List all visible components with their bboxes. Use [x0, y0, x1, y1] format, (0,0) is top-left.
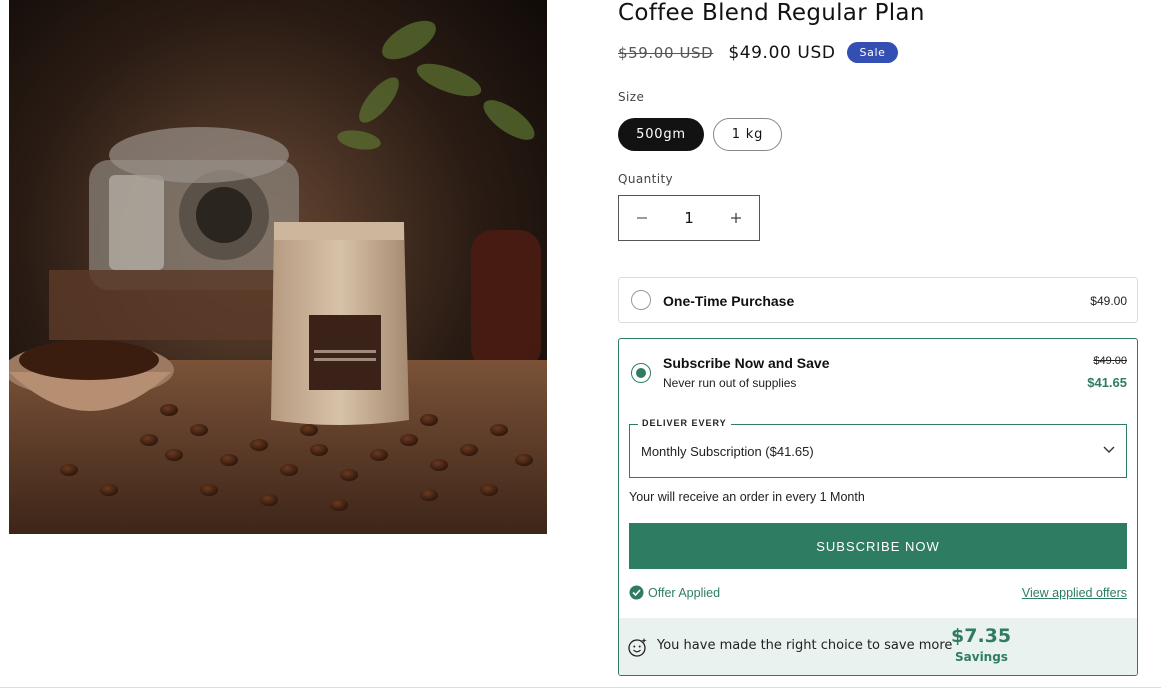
subscribe-title: Subscribe Now and Save: [663, 355, 830, 371]
compare-price: $59.00 USD: [618, 43, 714, 62]
current-price: $49.00 USD: [728, 42, 836, 63]
savings-banner: You have made the right choice to save m…: [619, 618, 1137, 675]
quantity-stepper: 1: [618, 195, 760, 241]
savings-label: Savings: [955, 650, 1008, 664]
subscribe-old-price: $49.00: [1093, 355, 1127, 367]
offer-applied: Offer Applied: [629, 585, 720, 600]
subscribe-option[interactable]: Subscribe Now and Save Never run out of …: [618, 338, 1138, 676]
coffee-product-photo: [9, 0, 547, 534]
smiley-icon: [628, 638, 647, 657]
price-row: $59.00 USD $49.00 USD Sale: [618, 42, 899, 63]
plus-icon: [731, 213, 741, 223]
view-applied-offers-link[interactable]: View applied offers: [1022, 586, 1127, 600]
receive-note: Your will receive an order in every 1 Mo…: [629, 490, 865, 504]
chevron-down-icon: [1103, 446, 1115, 453]
one-time-purchase-option[interactable]: One-Time Purchase $49.00: [618, 277, 1138, 323]
product-title: Coffee Blend Regular Plan: [618, 0, 925, 26]
deliver-every-label: DELIVER EVERY: [638, 418, 731, 428]
deliver-every-select[interactable]: DELIVER EVERY Monthly Subscription ($41.…: [629, 418, 1127, 478]
sale-badge: Sale: [846, 42, 899, 63]
size-option-500gm[interactable]: 500gm: [618, 118, 704, 151]
subscribe-now-button[interactable]: SUBSCRIBE NOW: [629, 523, 1127, 569]
one-time-title: One-Time Purchase: [663, 293, 795, 309]
quantity-decrease-button[interactable]: [619, 196, 665, 240]
bottom-divider: [0, 687, 1161, 688]
quantity-input[interactable]: 1: [665, 209, 713, 227]
savings-amount: $7.35: [951, 625, 1012, 647]
quantity-increase-button[interactable]: [713, 196, 759, 240]
size-label: Size: [618, 90, 645, 104]
quantity-label: Quantity: [618, 172, 674, 186]
one-time-radio[interactable]: [631, 290, 651, 310]
deliver-every-value: Monthly Subscription ($41.65): [641, 444, 814, 459]
minus-icon: [637, 217, 647, 219]
subscribe-subtitle: Never run out of supplies: [663, 376, 797, 390]
check-circle-icon: [629, 585, 644, 600]
one-time-price: $49.00: [1090, 294, 1127, 308]
subscribe-radio[interactable]: [631, 363, 651, 383]
size-option-1kg[interactable]: 1 kg: [713, 118, 782, 151]
savings-message: You have made the right choice to save m…: [657, 638, 953, 653]
product-image: [9, 0, 547, 534]
subscribe-new-price: $41.65: [1087, 375, 1127, 390]
offer-applied-text: Offer Applied: [648, 585, 721, 600]
